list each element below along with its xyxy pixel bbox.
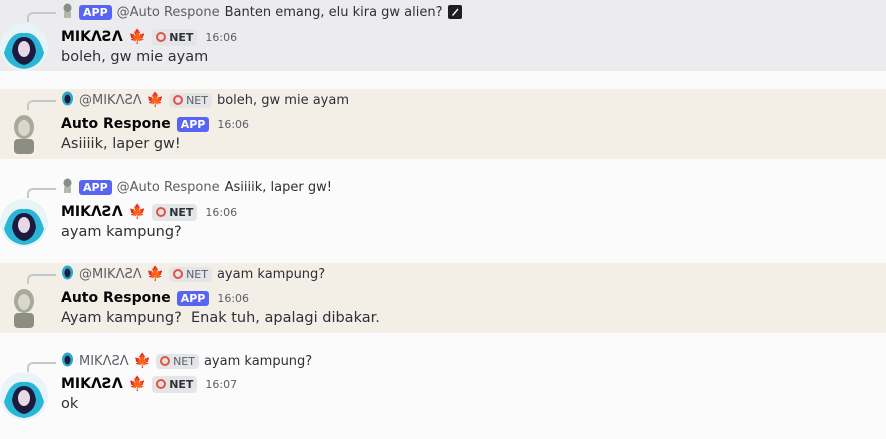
- maple-leaf-icon: 🍁: [128, 376, 147, 392]
- reply-connector: [27, 100, 56, 110]
- avatar[interactable]: [0, 372, 48, 420]
- maple-leaf-icon: 🍁: [128, 29, 147, 45]
- app-badge: APP: [79, 179, 112, 195]
- reply-connector: [27, 274, 56, 284]
- reply-preview[interactable]: MIKΛƧΛ 🍁 NET ayam kampung?: [61, 351, 312, 371]
- message[interactable]: APP @Auto Respone Asiiiik, laper gw! MIK…: [0, 176, 886, 248]
- author-name[interactable]: MIKΛƧΛ: [61, 376, 123, 392]
- pencil-emoji-icon: [447, 5, 462, 19]
- maple-leaf-icon: 🍁: [146, 92, 165, 108]
- server-tag[interactable]: NET: [169, 266, 212, 282]
- reply-preview[interactable]: @MIKΛƧΛ 🍁 NET boleh, gw mie ayam: [61, 90, 349, 110]
- avatar[interactable]: [6, 112, 42, 154]
- server-tag-label: NET: [186, 267, 208, 281]
- author-name[interactable]: Auto Respone: [61, 290, 171, 306]
- message-text: boleh, gw mie ayam: [61, 49, 209, 65]
- reply-connector: [27, 188, 56, 198]
- author-name[interactable]: MIKΛƧΛ: [61, 29, 123, 45]
- tag-ring-icon: [156, 32, 167, 42]
- server-tag[interactable]: NET: [152, 375, 198, 393]
- reply-author[interactable]: @Auto Respone: [117, 180, 220, 195]
- reply-preview[interactable]: APP @Auto Respone Banten emang, elu kira…: [61, 2, 462, 22]
- user-mini-avatar-icon: [61, 265, 74, 284]
- reply-author[interactable]: @MIKΛƧΛ: [79, 93, 142, 108]
- message-list: APP @Auto Respone Banten emang, elu kira…: [0, 0, 886, 439]
- bot-mini-avatar-icon: [61, 178, 74, 197]
- avatar[interactable]: [0, 199, 48, 247]
- message-text: ayam kampung?: [61, 224, 182, 240]
- reply-text[interactable]: ayam kampung?: [217, 267, 325, 282]
- server-tag-label: NET: [186, 93, 208, 107]
- app-badge: APP: [176, 290, 210, 306]
- server-tag[interactable]: NET: [152, 203, 198, 221]
- server-tag-label: NET: [169, 377, 194, 391]
- user-mini-avatar-icon: [61, 352, 74, 371]
- author-name[interactable]: Auto Respone: [61, 116, 171, 132]
- server-tag-label: NET: [169, 205, 194, 219]
- server-tag[interactable]: NET: [152, 28, 198, 46]
- reply-text[interactable]: boleh, gw mie ayam: [217, 93, 349, 108]
- timestamp[interactable]: 16:06: [217, 118, 249, 131]
- maple-leaf-icon: 🍁: [128, 204, 147, 220]
- reply-connector: [27, 362, 56, 372]
- reply-author[interactable]: @MIKΛƧΛ: [79, 267, 142, 282]
- timestamp[interactable]: 16:06: [205, 206, 237, 219]
- tag-ring-icon: [156, 379, 167, 389]
- server-tag[interactable]: NET: [156, 353, 199, 369]
- timestamp[interactable]: 16:06: [217, 292, 249, 305]
- maple-leaf-icon: 🍁: [133, 353, 152, 369]
- avatar[interactable]: [6, 286, 42, 328]
- tag-ring-icon: [156, 207, 167, 217]
- reply-text[interactable]: Banten emang, elu kira gw alien?: [225, 5, 443, 20]
- reply-text[interactable]: ayam kampung?: [204, 354, 312, 369]
- timestamp[interactable]: 16:06: [205, 31, 237, 44]
- message-text: ok: [61, 396, 79, 412]
- message[interactable]: MIKΛƧΛ 🍁 NET ayam kampung? MIKΛƧΛ 🍁 NET …: [0, 350, 886, 430]
- message[interactable]: APP @Auto Respone Banten emang, elu kira…: [0, 0, 886, 71]
- tag-ring-icon: [173, 95, 184, 105]
- maple-leaf-icon: 🍁: [146, 266, 165, 282]
- message-text: Asiiiik, laper gw!: [61, 136, 181, 152]
- reply-connector: [27, 12, 56, 22]
- author-name[interactable]: MIKΛƧΛ: [61, 204, 123, 220]
- app-badge: APP: [176, 116, 210, 132]
- tag-ring-icon: [173, 269, 184, 279]
- reply-preview[interactable]: @MIKΛƧΛ 🍁 NET ayam kampung?: [61, 264, 325, 284]
- server-tag-label: NET: [173, 354, 195, 368]
- reply-author[interactable]: @Auto Respone: [117, 5, 220, 20]
- message[interactable]: @MIKΛƧΛ 🍁 NET ayam kampung? Auto Respone…: [0, 263, 886, 333]
- reply-author[interactable]: MIKΛƧΛ: [79, 354, 129, 369]
- timestamp[interactable]: 16:07: [205, 378, 237, 391]
- user-mini-avatar-icon: [61, 91, 74, 110]
- message[interactable]: @MIKΛƧΛ 🍁 NET boleh, gw mie ayam Auto Re…: [0, 89, 886, 159]
- message-text: Ayam kampung? Enak tuh, apalagi dibakar.: [61, 310, 380, 326]
- server-tag[interactable]: NET: [169, 92, 212, 108]
- server-tag-label: NET: [169, 30, 194, 44]
- reply-preview[interactable]: APP @Auto Respone Asiiiik, laper gw!: [61, 177, 332, 197]
- tag-ring-icon: [160, 356, 171, 366]
- app-badge: APP: [79, 4, 112, 20]
- bot-mini-avatar-icon: [61, 3, 74, 22]
- reply-text[interactable]: Asiiiik, laper gw!: [225, 180, 332, 195]
- avatar[interactable]: [0, 23, 48, 71]
